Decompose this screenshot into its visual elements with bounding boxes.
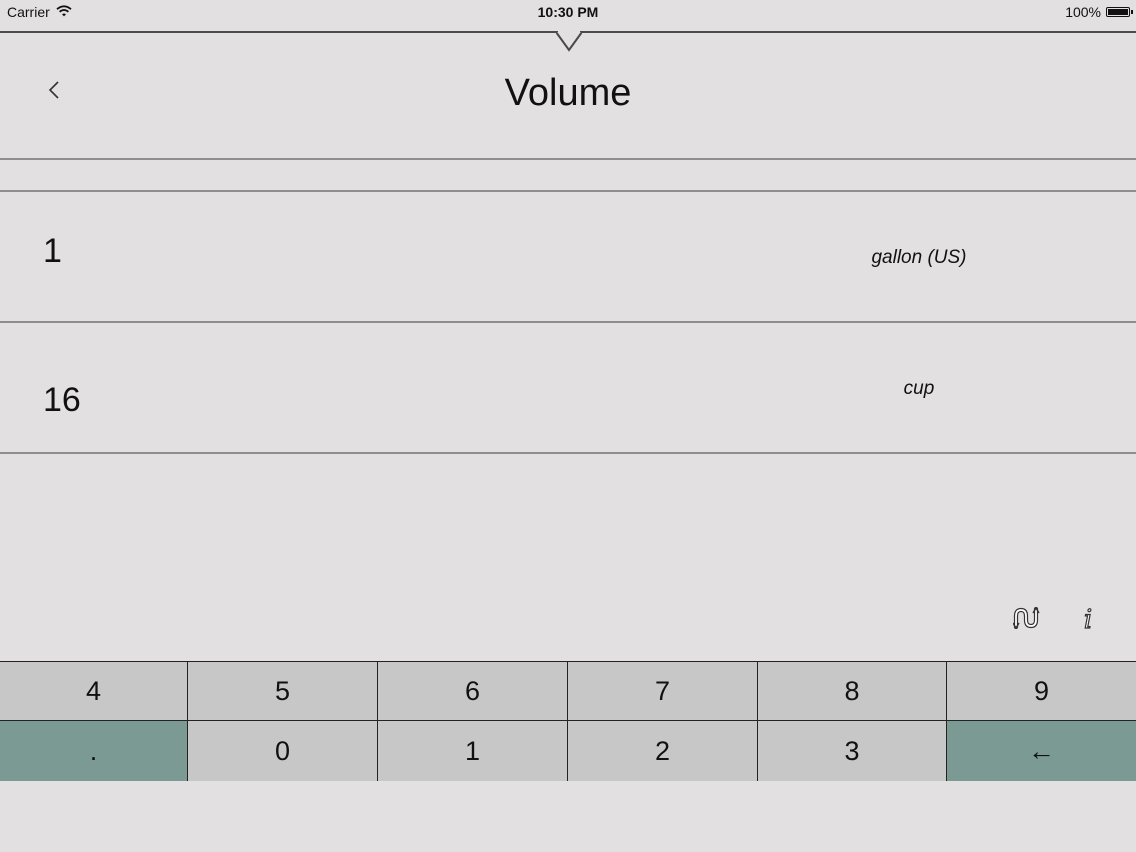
- list-bottom-divider: [0, 452, 1136, 454]
- header-bottom-divider: [0, 158, 1136, 160]
- keypad: 4 5 6 7 8 9 . 0 1 2 3 ←: [0, 661, 1136, 781]
- key-9[interactable]: 9: [947, 662, 1136, 721]
- key-3[interactable]: 3: [758, 721, 947, 781]
- source-value: 1: [43, 232, 62, 270]
- conversion-row-target[interactable]: 16 cup: [0, 323, 1136, 451]
- page-title: Volume: [504, 72, 632, 114]
- source-unit[interactable]: gallon (US): [800, 247, 1038, 269]
- battery-icon: [1106, 7, 1133, 17]
- swap-units-icon: [1012, 606, 1041, 634]
- key-7[interactable]: 7: [568, 662, 758, 721]
- conversion-row-source[interactable]: 1 gallon (US): [0, 192, 1136, 320]
- status-battery: 100%: [1065, 4, 1133, 20]
- key-6[interactable]: 6: [378, 662, 568, 721]
- target-value: 16: [43, 381, 81, 419]
- key-5[interactable]: 5: [188, 662, 378, 721]
- backspace-key[interactable]: ←: [947, 721, 1136, 781]
- header-notch: [556, 31, 582, 52]
- key-1[interactable]: 1: [378, 721, 568, 781]
- status-time: 10:30 PM: [537, 4, 599, 20]
- info-button[interactable]: i: [1070, 602, 1106, 638]
- key-4[interactable]: 4: [0, 662, 188, 721]
- key-decimal[interactable]: .: [0, 721, 188, 781]
- battery-percent: 100%: [1065, 4, 1101, 20]
- status-bar: Carrier 10:30 PM 100%: [0, 0, 1136, 24]
- key-8[interactable]: 8: [758, 662, 947, 721]
- swap-units-button[interactable]: [1009, 602, 1045, 638]
- target-unit[interactable]: cup: [800, 378, 1038, 400]
- key-0[interactable]: 0: [188, 721, 378, 781]
- key-2[interactable]: 2: [568, 721, 758, 781]
- info-icon: i: [1083, 604, 1093, 635]
